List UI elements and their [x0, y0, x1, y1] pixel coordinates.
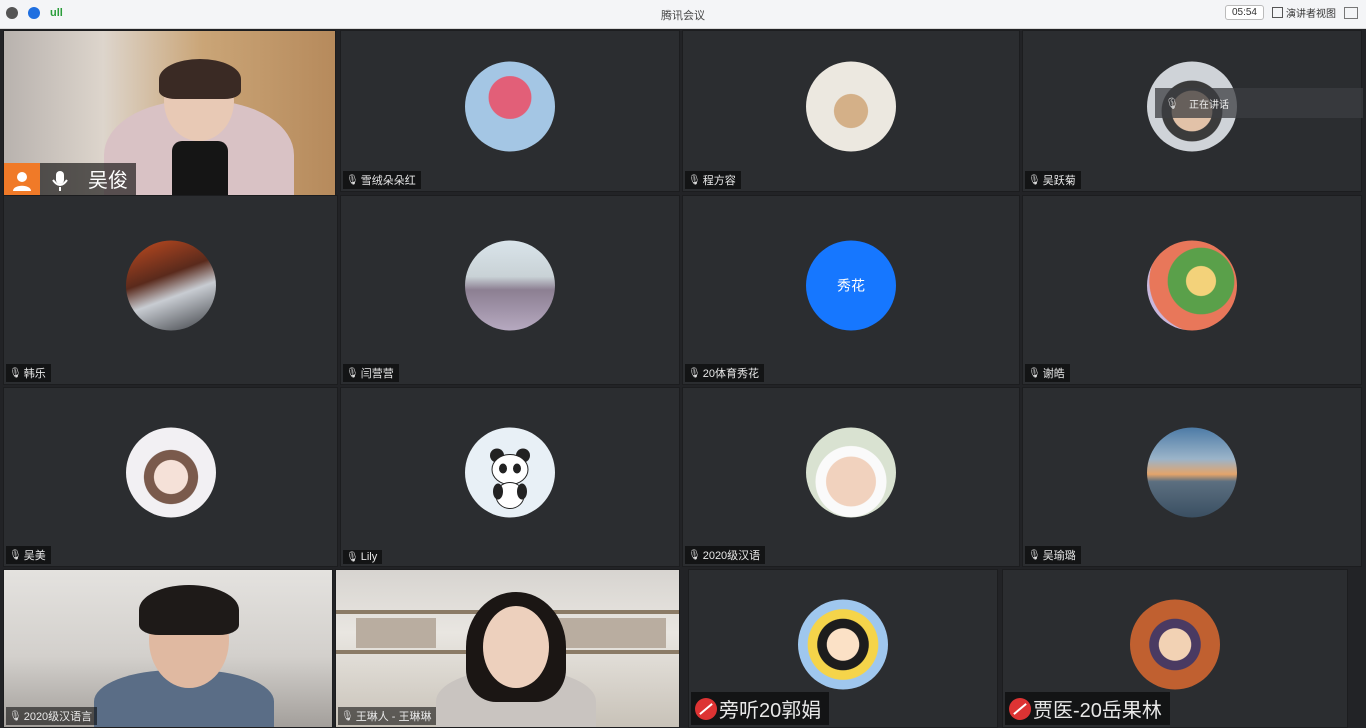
name-tag: 🎙 2020级汉语	[685, 546, 766, 564]
name-tag: 🎙 吴跃菊	[1025, 171, 1081, 189]
speaking-indicator-text: 正在讲话	[1188, 99, 1229, 111]
participant-name: 雪绒朵朵红	[360, 175, 416, 187]
view-switch-label: 演讲者视图	[1286, 9, 1336, 20]
avatar-sunset-icon	[1147, 427, 1237, 518]
avatar-panda-icon	[465, 427, 555, 518]
microphone-icon: 🎙	[346, 551, 359, 563]
participant-name: 王琳人 - 王琳琳	[355, 711, 432, 723]
video-tile[interactable]: 旁听20郭娟	[688, 569, 998, 728]
speaking-indicator-popup: 🎙 正在讲话	[1155, 88, 1363, 118]
avatar-baby-icon	[806, 427, 896, 518]
microphone-icon: 🎙	[1165, 97, 1179, 110]
name-tag: 🎙 吴瑜璐	[1025, 546, 1081, 564]
video-tile[interactable]: 🎙 2020级汉语言	[3, 569, 333, 728]
speaker-name-bar: 吴俊	[4, 163, 154, 199]
video-tile[interactable]: 🎙 吴美	[3, 387, 338, 567]
microphone-icon: 🎙	[688, 549, 701, 561]
name-tag: 🎙 王琳人 - 王琳琳	[338, 707, 437, 725]
microphone-icon: 🎙	[688, 174, 701, 186]
microphone-icon: 🎙	[9, 367, 22, 379]
participant-hair	[139, 585, 239, 635]
video-tile[interactable]: 🎙 谢皓	[1022, 195, 1362, 385]
name-tag: 🎙 程方容	[685, 171, 741, 189]
video-tile[interactable]: 🎙 2020级汉语	[682, 387, 1020, 567]
name-tag: 🎙 吴美	[6, 546, 51, 564]
participant-name: 吴俊	[80, 163, 136, 199]
avatar-landscape-icon	[465, 240, 555, 331]
books	[356, 618, 436, 648]
avatar-cartoon-icon	[465, 61, 555, 152]
microphone-icon: 🎙	[1028, 367, 1041, 379]
participant-name: 2020级汉语	[702, 550, 761, 562]
name-tag: 🎙 闫营营	[343, 364, 399, 382]
video-tile-speaker[interactable]: 吴俊	[3, 30, 336, 200]
microphone-icon: 🎙	[346, 174, 359, 186]
avatar-initials: 秀花	[806, 240, 896, 331]
participant-name: 2020级汉语言	[23, 711, 93, 723]
video-tile[interactable]: 🎙 韩乐	[3, 195, 338, 385]
name-tag: 🎙 Lily	[343, 550, 383, 564]
video-tile[interactable]: 🎙 Lily	[340, 387, 680, 567]
participant-hair	[159, 59, 241, 99]
microphone-icon: 🎙	[9, 710, 22, 722]
name-tag: 🎙 20体育秀花	[685, 364, 764, 382]
video-tile[interactable]: 秀花 🎙 20体育秀花	[682, 195, 1020, 385]
meeting-timer: 05:54	[1224, 5, 1264, 20]
title-bar-right: 05:54 演讲者视图	[1224, 5, 1358, 20]
participant-name: 韩乐	[23, 368, 46, 380]
microphone-icon: 🎙	[688, 367, 701, 379]
participant-name: 吴跃菊	[1042, 175, 1076, 187]
avatar-photo-icon	[125, 240, 216, 331]
participant-name: 旁听20郭娟	[719, 700, 822, 722]
name-tag: 🎙 韩乐	[6, 364, 51, 382]
participant-name: 贾医-20岳果林	[1033, 700, 1162, 722]
microphone-muted-icon	[695, 697, 717, 720]
participant-name: Lily	[360, 551, 378, 563]
video-tile[interactable]: 🎙 程方容	[682, 30, 1020, 192]
avatar-cat-icon	[806, 61, 896, 152]
microphone-muted-icon	[1009, 697, 1031, 720]
video-tile[interactable]: 🎙 雪绒朵朵红	[340, 30, 680, 192]
title-bar: ull 腾讯会议 05:54 演讲者视图	[0, 0, 1366, 29]
fullscreen-button[interactable]	[1344, 6, 1358, 19]
microphone-icon[interactable]	[40, 163, 80, 199]
avatar-cartoon-icon	[1147, 240, 1237, 331]
view-switch-button[interactable]: 演讲者视图	[1272, 5, 1336, 20]
video-tile[interactable]: 贾医-20岳果林	[1002, 569, 1348, 728]
microphone-icon: 🎙	[1028, 174, 1041, 186]
microphone-icon: 🎙	[341, 710, 354, 722]
avatar-cartoon-icon	[798, 599, 888, 689]
microphone-icon: 🎙	[9, 549, 22, 561]
avatar-cartoon-icon	[125, 427, 216, 518]
name-tag: 🎙 雪绒朵朵红	[343, 171, 421, 189]
participant-name: 闫营营	[360, 368, 394, 380]
participant-face	[483, 606, 549, 688]
video-tile[interactable]: 🎙 王琳人 - 王琳琳	[335, 569, 680, 728]
grid-view-icon	[1272, 7, 1283, 18]
microphone-icon: 🎙	[1028, 549, 1041, 561]
participant-name: 吴瑜璐	[1042, 550, 1076, 562]
participant-top	[172, 141, 228, 199]
window-title: 腾讯会议	[661, 10, 705, 22]
person-icon	[4, 163, 40, 199]
video-tile[interactable]: 🎙 吴瑜璐	[1022, 387, 1362, 567]
name-tag: 🎙 2020级汉语言	[6, 707, 98, 725]
participant-name: 谢皓	[1042, 368, 1065, 380]
name-tag: 旁听20郭娟	[691, 692, 830, 725]
participant-name: 20体育秀花	[702, 368, 759, 380]
name-tag: 🎙 谢皓	[1025, 364, 1070, 382]
participant-name: 吴美	[23, 550, 46, 562]
avatar-cartoon-icon	[1130, 599, 1220, 689]
video-tile[interactable]: 🎙 闫营营	[340, 195, 680, 385]
microphone-icon: 🎙	[346, 367, 359, 379]
participant-name: 程方容	[702, 175, 736, 187]
name-tag: 贾医-20岳果林	[1005, 692, 1170, 725]
